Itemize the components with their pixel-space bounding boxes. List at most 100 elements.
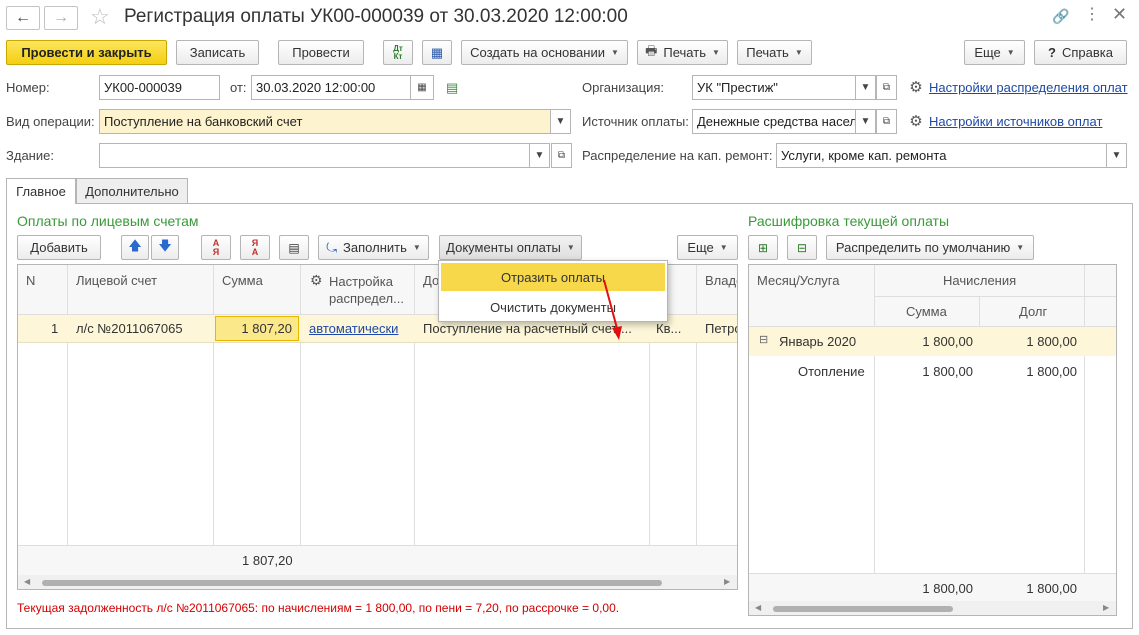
scrollbar-thumb[interactable] xyxy=(773,606,953,612)
distribution-dropdown-button[interactable]: ▼ xyxy=(1106,143,1127,168)
chevron-down-icon: ▼ xyxy=(860,116,871,127)
back-button[interactable]: ← xyxy=(6,6,40,30)
save-button[interactable]: Записать xyxy=(176,40,259,65)
source-field[interactable]: Денежные средства насел xyxy=(692,109,856,134)
menu-item-clear[interactable]: Очистить документы xyxy=(441,293,665,321)
comment-icon[interactable]: ▤ xyxy=(446,80,458,96)
total-sum: 1 807,20 xyxy=(242,553,293,568)
calendar-button[interactable]: ▦ xyxy=(410,75,434,100)
open-icon: ⧉ xyxy=(882,82,891,93)
left-more-button[interactable]: Еще ▼ xyxy=(677,235,738,260)
source-dropdown-button[interactable]: ▼ xyxy=(855,109,876,134)
operation-label: Вид операции: xyxy=(6,114,95,129)
service-name: Отопление xyxy=(798,364,865,379)
print-button-1[interactable]: 🖶 Печать ▼ xyxy=(637,40,728,65)
building-open-button[interactable]: ⧉ xyxy=(551,143,572,168)
row-sum-cell[interactable]: 1 807,20 xyxy=(215,316,299,341)
col-sum[interactable]: Сумма xyxy=(222,273,263,288)
structure-button[interactable]: ▦ xyxy=(422,40,452,65)
col-setting[interactable]: Настройка распредел... xyxy=(329,273,419,307)
favorite-star-icon[interactable]: ☆ xyxy=(90,4,110,30)
scrollbar-thumb[interactable] xyxy=(42,580,662,586)
table-row[interactable]: Отопление 1 800,00 1 800,00 xyxy=(749,357,1116,386)
more-button[interactable]: Еще ▼ xyxy=(964,40,1025,65)
col-doc[interactable]: До xyxy=(423,273,439,288)
post-and-close-button[interactable]: Провести и закрыть xyxy=(6,40,167,65)
table-row[interactable]: ⊟ Январь 2020 1 800,00 1 800,00 xyxy=(749,327,1116,356)
operation-field[interactable]: Поступление на банковский счет xyxy=(99,109,551,134)
col-sum-right[interactable]: Сумма xyxy=(906,304,947,319)
barcode-button[interactable]: ▤ xyxy=(279,235,309,260)
dt-kt-button[interactable]: Дт Кт xyxy=(383,40,413,65)
sort-asc-button[interactable]: АЯ xyxy=(201,235,231,260)
horizontal-scrollbar-right[interactable]: ◀ ▶ xyxy=(749,601,1116,615)
arrow-right-icon: → xyxy=(53,9,69,26)
distribute-default-label: Распределить по умолчанию xyxy=(835,240,1011,255)
building-dropdown-button[interactable]: ▼ xyxy=(529,143,550,168)
col-debt[interactable]: Долг xyxy=(1019,304,1047,319)
settings-distribution-link[interactable]: Настройки распределения оплат xyxy=(929,80,1128,95)
arrow-down-icon: 🡇 xyxy=(158,237,172,253)
menu-item-reflect-label: Отразить оплаты xyxy=(500,269,606,285)
col-month[interactable]: Месяц/Услуга xyxy=(757,273,839,288)
org-open-button[interactable]: ⧉ xyxy=(876,75,897,100)
close-icon[interactable]: ✕ xyxy=(1112,4,1127,25)
add-button[interactable]: Добавить xyxy=(17,235,101,260)
scroll-right-icon[interactable]: ▶ xyxy=(724,577,730,586)
col-n[interactable]: N xyxy=(26,273,35,288)
menu-dots-icon[interactable]: ⋮ xyxy=(1084,4,1100,24)
move-down-button[interactable]: 🡇 xyxy=(151,235,179,260)
chevron-down-icon: ▼ xyxy=(1111,150,1122,161)
row-setting-link[interactable]: автоматически xyxy=(309,321,398,336)
collapse-group-icon[interactable]: ⊟ xyxy=(759,333,768,346)
horizontal-scrollbar[interactable]: ◀ ▶ xyxy=(18,575,737,589)
collapse-button[interactable]: ⊟ xyxy=(787,235,817,260)
gear-icon: ⚙ xyxy=(909,113,923,130)
date-field[interactable]: 30.03.2020 12:00:00 xyxy=(251,75,411,100)
source-open-button[interactable]: ⧉ xyxy=(876,109,897,134)
expand-icon: ⊞ xyxy=(757,240,769,255)
help-button[interactable]: ? Справка xyxy=(1034,40,1127,65)
settings-sources-link[interactable]: Настройки источников оплат xyxy=(929,114,1102,129)
printer-icon: 🖶 xyxy=(645,42,658,58)
distribution-field[interactable]: Услуги, кроме кап. ремонта xyxy=(776,143,1107,168)
open-icon: ⧉ xyxy=(882,116,891,127)
chevron-down-icon: ▼ xyxy=(610,48,619,57)
number-field[interactable]: УК00-000039 xyxy=(99,75,220,100)
fill-icon: ⤿ xyxy=(326,239,338,255)
org-label: Организация: xyxy=(582,80,665,95)
chevron-down-icon: ▼ xyxy=(412,243,421,252)
col-charges[interactable]: Начисления xyxy=(943,273,1016,288)
chevron-down-icon: ▼ xyxy=(1006,48,1015,57)
building-field[interactable] xyxy=(99,143,530,168)
tab-additional[interactable]: Дополнительно xyxy=(76,178,188,204)
print-button-2[interactable]: Печать ▼ xyxy=(737,40,812,65)
print-label-1: Печать xyxy=(663,45,706,60)
menu-item-reflect[interactable]: Отразить оплаты xyxy=(441,263,665,291)
org-field[interactable]: УК "Престиж" xyxy=(692,75,856,100)
fill-button[interactable]: ⤿ Заполнить ▼ xyxy=(318,235,429,260)
distribute-default-button[interactable]: Распределить по умолчанию ▼ xyxy=(826,235,1034,260)
create-based-button[interactable]: Создать на основании ▼ xyxy=(461,40,628,65)
row-col6: Кв... xyxy=(656,321,682,336)
post-button[interactable]: Провести xyxy=(278,40,364,65)
scroll-left-icon[interactable]: ◀ xyxy=(24,577,30,586)
payment-docs-button[interactable]: Документы оплаты ▼ xyxy=(439,235,582,260)
col-owner[interactable]: Владе xyxy=(705,273,737,288)
col-account[interactable]: Лицевой счет xyxy=(76,273,157,288)
calendar-icon: ▦ xyxy=(417,82,427,93)
save-label: Записать xyxy=(189,45,246,60)
org-dropdown-button[interactable]: ▼ xyxy=(855,75,876,100)
operation-dropdown-button[interactable]: ▼ xyxy=(550,109,571,134)
tab-main[interactable]: Главное xyxy=(6,178,76,204)
arrow-up-icon: 🡅 xyxy=(128,237,142,253)
forward-button[interactable]: → xyxy=(44,6,78,30)
scroll-left-icon[interactable]: ◀ xyxy=(755,603,761,612)
move-up-button[interactable]: 🡅 xyxy=(121,235,149,260)
sort-desc-button[interactable]: ЯА xyxy=(240,235,270,260)
print-label-2: Печать xyxy=(746,45,789,60)
expand-button[interactable]: ⊞ xyxy=(748,235,778,260)
link-icon[interactable]: 🔗 xyxy=(1052,8,1069,25)
breakdown-table-footer: 1 800,00 1 800,00 xyxy=(749,573,1116,601)
scroll-right-icon[interactable]: ▶ xyxy=(1103,603,1109,612)
